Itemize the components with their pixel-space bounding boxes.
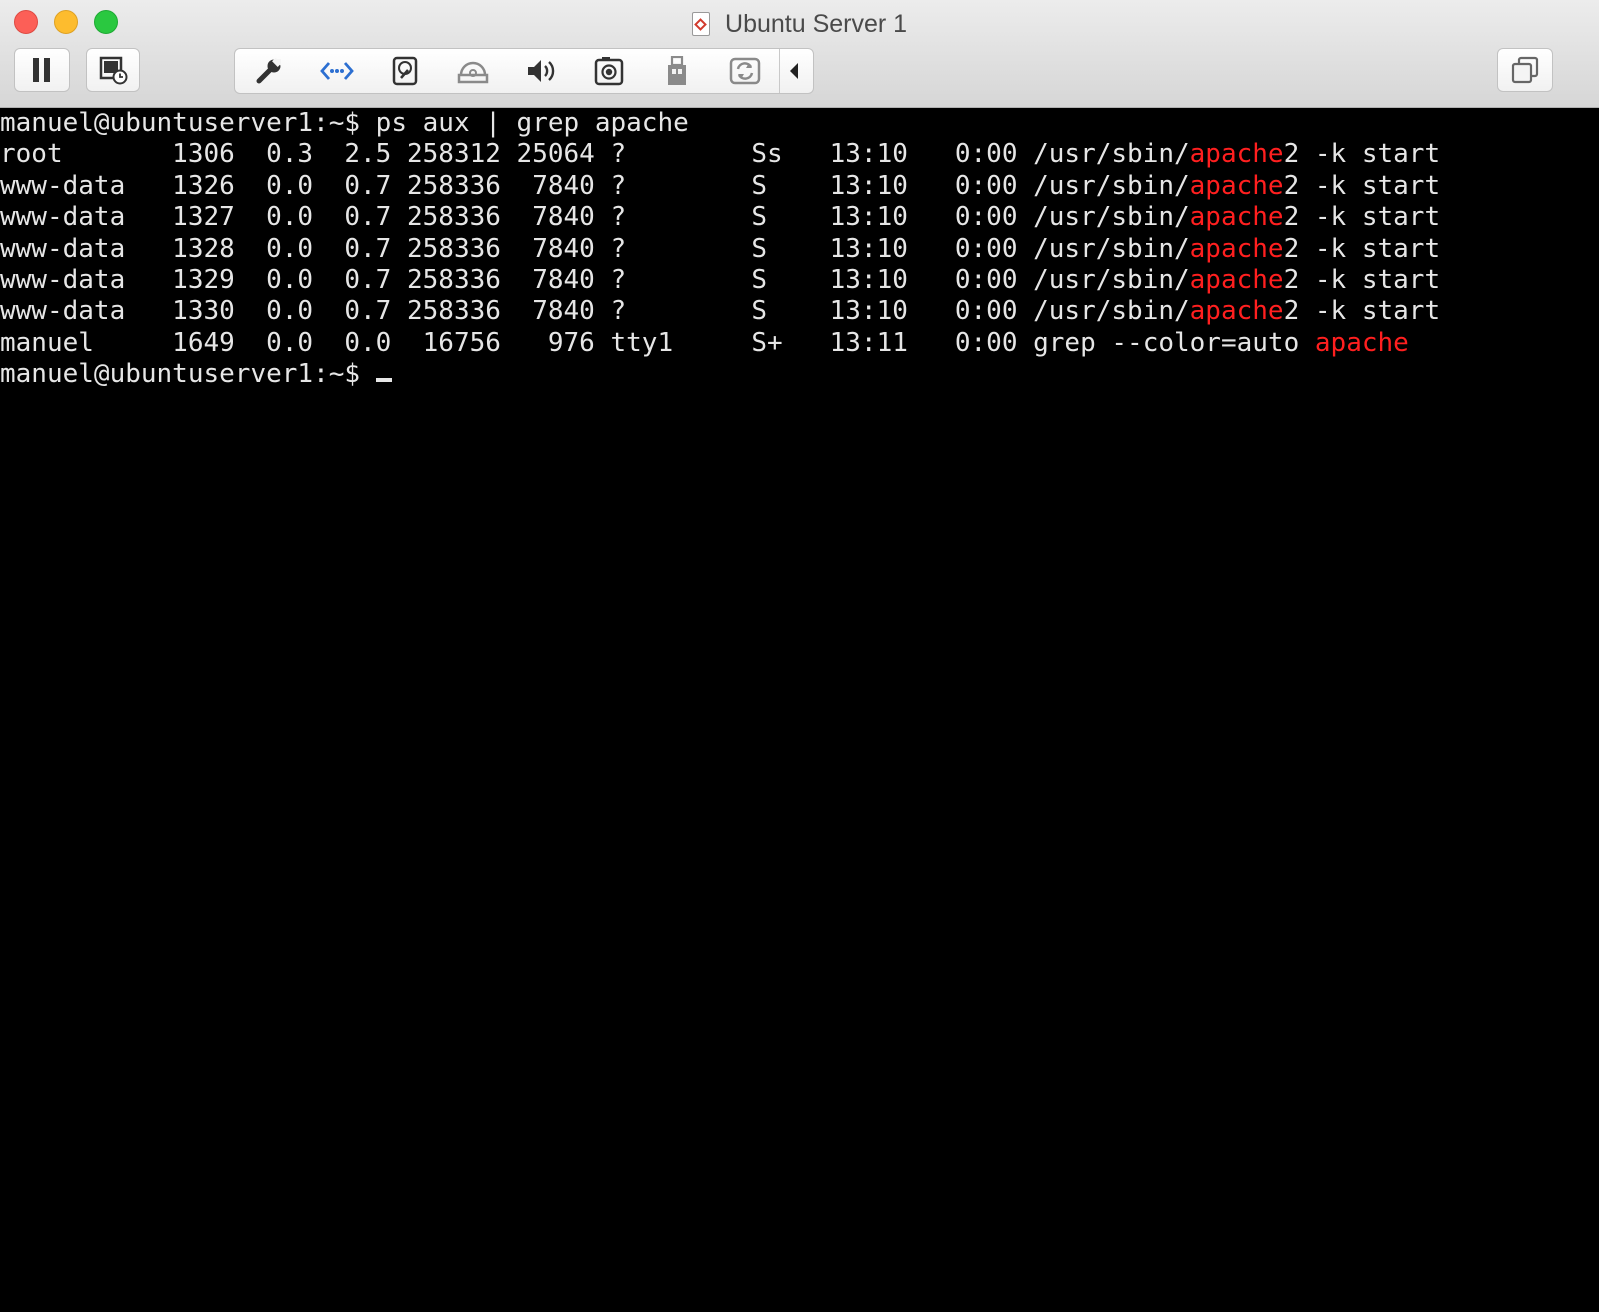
terminal-text: www-data 1330 0.0 0.7 258336 7840 ? S 13…: [0, 296, 1190, 327]
grep-match-highlight: apache: [1314, 327, 1409, 358]
terminal-text: 2 -k start: [1283, 264, 1441, 295]
cd-dvd-icon: [457, 61, 489, 84]
terminal-text: 2 -k start: [1283, 202, 1441, 233]
terminal-line: www-data 1327 0.0 0.7 258336 7840 ? S 13…: [0, 202, 1599, 233]
pause-button[interactable]: [14, 48, 70, 92]
collapse-toolbar-button[interactable]: [779, 49, 808, 93]
network-button[interactable]: [303, 49, 371, 93]
terminal-output: manuel@ubuntuserver1:~$ ps aux | grep ap…: [0, 108, 1599, 391]
grep-match-highlight: apache: [1189, 296, 1284, 327]
terminal-text: 2 -k start: [1283, 139, 1441, 170]
terminal-text: www-data 1329 0.0 0.7 258336 7840 ? S 13…: [0, 264, 1190, 295]
terminal-line: root 1306 0.3 2.5 258312 25064 ? Ss 13:1…: [0, 139, 1599, 170]
device-toolbar: [234, 48, 814, 94]
snapshot-button[interactable]: [86, 48, 140, 92]
terminal-line: manuel@ubuntuserver1:~$ ps aux | grep ap…: [0, 108, 1599, 139]
window-title-area: Ubuntu Server 1: [0, 6, 1599, 40]
wrench-icon: [256, 57, 282, 84]
terminal-text: root 1306 0.3 2.5 258312 25064 ? Ss 13:1…: [0, 139, 1190, 170]
terminal-line: www-data 1328 0.0 0.7 258336 7840 ? S 13…: [0, 234, 1599, 265]
restore-windows-icon: [1511, 56, 1539, 84]
cd-dvd-button[interactable]: [439, 49, 507, 93]
terminal-text: manuel@ubuntuserver1:~$ ps aux | grep ap…: [0, 108, 689, 138]
terminal-line: www-data 1329 0.0 0.7 258336 7840 ? S 13…: [0, 265, 1599, 296]
hard-disk-icon: [392, 56, 418, 86]
usb-button[interactable]: [643, 49, 711, 93]
title-bar: Ubuntu Server 1: [0, 0, 1599, 108]
hard-disk-button[interactable]: [371, 49, 439, 93]
vm-document-icon: [691, 11, 710, 36]
snapshot-icon: [99, 56, 128, 85]
window-title: Ubuntu Server 1: [725, 9, 908, 38]
pause-icon: [33, 58, 50, 82]
terminal-text: 2 -k start: [1283, 170, 1441, 201]
terminal-line: manuel 1649 0.0 0.0 16756 976 tty1 S+ 13…: [0, 328, 1599, 359]
vm-window: Ubuntu Server 1 manuel@ubuntuserver1:~$ …: [0, 0, 1599, 1312]
camera-icon: [594, 57, 624, 86]
terminal-line: www-data 1330 0.0 0.7 258336 7840 ? S 13…: [0, 296, 1599, 327]
restore-windows-button[interactable]: [1497, 48, 1553, 92]
network-icon: [320, 62, 354, 80]
camera-button[interactable]: [575, 49, 643, 93]
sharing-button[interactable]: [711, 49, 779, 93]
terminal-text: www-data 1327 0.0 0.7 258336 7840 ? S 13…: [0, 202, 1190, 233]
terminal-text: manuel@ubuntuserver1:~$: [0, 359, 376, 390]
terminal-text: 2 -k start: [1283, 233, 1441, 264]
vm-console-screen[interactable]: manuel@ubuntuserver1:~$ ps aux | grep ap…: [0, 108, 1599, 1312]
terminal-text: www-data 1326 0.0 0.7 258336 7840 ? S 13…: [0, 170, 1190, 201]
terminal-line: manuel@ubuntuserver1:~$: [0, 359, 1599, 390]
grep-match-highlight: apache: [1189, 139, 1284, 170]
grep-match-highlight: apache: [1189, 233, 1284, 264]
terminal-text: www-data 1328 0.0 0.7 258336 7840 ? S 13…: [0, 233, 1190, 264]
grep-match-highlight: apache: [1189, 202, 1284, 233]
sound-button[interactable]: [507, 49, 575, 93]
terminal-line: www-data 1326 0.0 0.7 258336 7840 ? S 13…: [0, 171, 1599, 202]
settings-button[interactable]: [235, 49, 303, 93]
terminal-cursor: [375, 378, 392, 383]
chevron-left-icon: [790, 63, 798, 79]
grep-match-highlight: apache: [1189, 170, 1284, 201]
terminal-text: 2 -k start: [1283, 296, 1441, 327]
sharing-icon: [729, 57, 761, 85]
speaker-icon: [528, 60, 555, 82]
usb-icon: [668, 56, 686, 85]
grep-match-highlight: apache: [1189, 264, 1284, 295]
terminal-text: manuel 1649 0.0 0.0 16756 976 tty1 S+ 13…: [0, 327, 1315, 358]
